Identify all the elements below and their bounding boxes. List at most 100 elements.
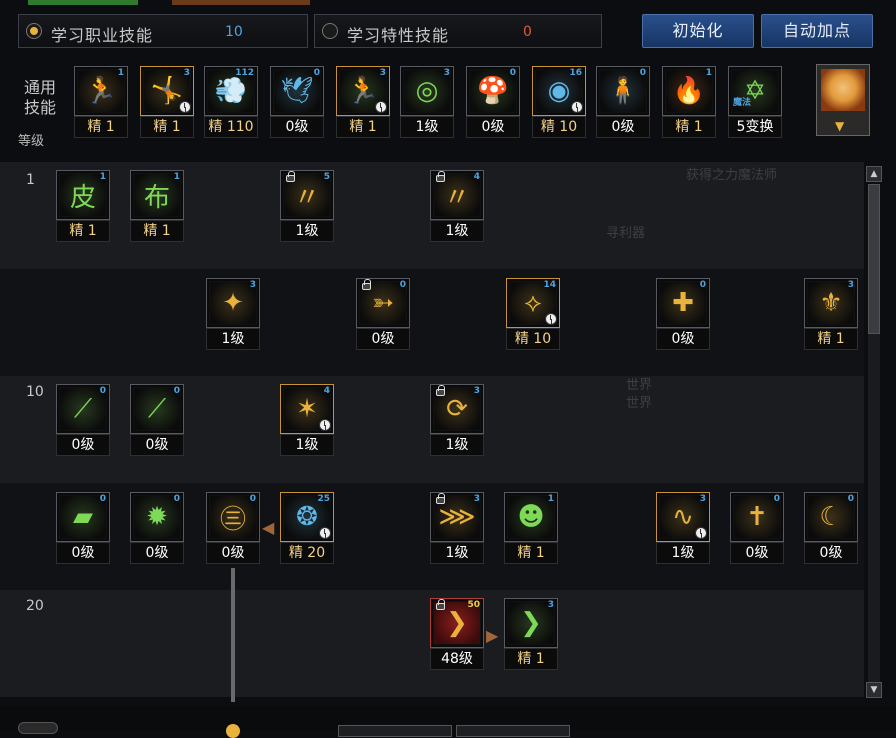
skill-slot[interactable]: 🏃 3 精 1 xyxy=(336,66,390,142)
skill-slot[interactable]: 🤸 3 精 1 xyxy=(140,66,194,142)
skill-slot[interactable]: 🍄 0 0级 xyxy=(466,66,520,142)
skill-slot[interactable]: ❯ 50 48级 xyxy=(430,598,484,674)
prerequisite-arrow-icon: ◀ xyxy=(262,518,275,537)
clock-icon xyxy=(571,101,583,113)
skill-slot[interactable]: ☻ 1 精 1 xyxy=(504,492,558,568)
skill-icon[interactable]: ☻ 1 xyxy=(504,492,558,542)
skill-slot[interactable]: ⟋ 0 0级 xyxy=(130,384,184,460)
skill-slot[interactable]: ➳ 0 0级 xyxy=(356,278,410,354)
skill-icon[interactable]: ☾ 0 xyxy=(804,492,858,542)
skill-slot[interactable]: ✡ 魔法 5变换 xyxy=(728,66,782,142)
skill-icon[interactable]: ⚜ 3 xyxy=(804,278,858,328)
skill-tree-scrollbar[interactable]: ▲ ▼ xyxy=(866,164,882,704)
skill-icon[interactable]: 💨 112 xyxy=(204,66,258,116)
skill-sp-cost: 0 xyxy=(173,494,180,504)
skill-slot[interactable]: 🧍 0 0级 xyxy=(596,66,650,142)
skill-slot[interactable]: 🏃 1 精 1 xyxy=(74,66,128,142)
common-skills-row: 通用技能 等级 🏃 1 精 1 🤸 3 精 1 💨 112 精 110 🕊 0 0级 🏃 3 精 1 ◎ 3 1级… xyxy=(0,58,896,150)
scrollbar-thumb[interactable] xyxy=(868,184,880,334)
skill-slot[interactable]: 〃 5 1级 xyxy=(280,170,334,246)
tab-class-skills[interactable]: 学习职业技能 10 xyxy=(18,14,308,48)
skill-icon[interactable]: ⋙ 3 xyxy=(430,492,484,542)
skill-slot[interactable]: ◉ 16 精 10 xyxy=(532,66,586,142)
skill-icon[interactable]: ⟋ 0 xyxy=(56,384,110,434)
skill-icon[interactable]: 🕊 0 xyxy=(270,66,324,116)
skill-icon[interactable]: 布1 xyxy=(130,170,184,220)
clock-icon xyxy=(375,101,387,113)
skill-icon[interactable]: 🏃 3 xyxy=(336,66,390,116)
skill-slot[interactable]: ⟳ 3 1级 xyxy=(430,384,484,460)
skill-level: 精 1 xyxy=(140,116,194,138)
skill-icon[interactable]: ◎ 3 xyxy=(400,66,454,116)
skill-slot[interactable]: ∿ 3 1级 xyxy=(656,492,710,568)
skill-icon[interactable]: ⟡ 14 xyxy=(506,278,560,328)
skill-sp-cost: 1 xyxy=(99,172,106,182)
skill-icon[interactable]: ✝ 0 xyxy=(730,492,784,542)
skill-slot[interactable]: ✝ 0 0级 xyxy=(730,492,784,568)
skill-sp-cost: 0 xyxy=(639,68,646,78)
scroll-up-icon[interactable]: ▲ xyxy=(866,166,882,182)
common-skills-label: 通用技能 xyxy=(24,78,57,117)
skill-slot[interactable]: ◎ 3 1级 xyxy=(400,66,454,142)
skill-icon[interactable]: ✹ 0 xyxy=(130,492,184,542)
skill-level: 0级 xyxy=(596,116,650,138)
skill-icon[interactable]: ▰ 0 xyxy=(56,492,110,542)
skill-slot[interactable]: ☾ 0 0级 xyxy=(804,492,858,568)
skill-slot[interactable]: 皮1精 1 xyxy=(56,170,110,246)
skill-icon[interactable]: 🔥 1 xyxy=(662,66,716,116)
skill-sp-cost: 0 xyxy=(773,494,780,504)
skill-slot[interactable]: 布1精 1 xyxy=(130,170,184,246)
skill-icon[interactable]: 〃 5 xyxy=(280,170,334,220)
skill-icon[interactable]: ✡ 魔法 xyxy=(728,66,782,116)
skill-slot[interactable]: ⟋ 0 0级 xyxy=(56,384,110,460)
skill-icon[interactable]: ✚ 0 xyxy=(656,278,710,328)
skill-icon[interactable]: 🤸 3 xyxy=(140,66,194,116)
skill-icon[interactable]: ⟋ 0 xyxy=(130,384,184,434)
skill-level: 0级 xyxy=(730,542,784,564)
skill-slot[interactable]: 〃 4 1级 xyxy=(430,170,484,246)
skill-slot[interactable]: ⟡ 14 精 10 xyxy=(506,278,560,354)
skill-level: 0级 xyxy=(270,116,324,138)
skill-sp-cost: 1 xyxy=(547,494,554,504)
skill-icon[interactable]: ❂ 25 xyxy=(280,492,334,542)
skill-slot[interactable]: 🔥 1 精 1 xyxy=(662,66,716,142)
skill-icon[interactable]: ◉ 16 xyxy=(532,66,586,116)
skill-icon[interactable]: ✶ 4 xyxy=(280,384,334,434)
inactive-window-tab-strip xyxy=(172,0,310,5)
skill-slot[interactable]: ❂ 25 精 20 xyxy=(280,492,334,568)
skill-sp-cost: 0 xyxy=(249,494,256,504)
tab-trait-skills[interactable]: 学习特性技能 0 xyxy=(314,14,602,48)
background-text: 获得之力魔法师 xyxy=(686,168,778,183)
skill-slot[interactable]: 🕊 0 0级 xyxy=(270,66,324,142)
skill-icon[interactable]: ㊂0 xyxy=(206,492,260,542)
skill-slot[interactable]: ㊂ 0 0级 xyxy=(206,492,260,568)
skill-slot[interactable]: ✦ 3 1级 xyxy=(206,278,260,354)
bottom-toggle[interactable] xyxy=(18,722,58,734)
skill-slot[interactable]: ▰ 0 0级 xyxy=(56,492,110,568)
skill-slot[interactable]: ✹ 0 0级 xyxy=(130,492,184,568)
skill-icon[interactable]: 皮1 xyxy=(56,170,110,220)
skill-icon[interactable]: ✦ 3 xyxy=(206,278,260,328)
bottom-field xyxy=(338,725,452,737)
reset-button[interactable]: 初始化 xyxy=(642,14,754,48)
skill-level: 0级 xyxy=(466,116,520,138)
skill-slot[interactable]: ⚜ 3 精 1 xyxy=(804,278,858,354)
skill-slot[interactable]: ✶ 4 1级 xyxy=(280,384,334,460)
character-portrait-button[interactable]: ▼ xyxy=(816,64,870,136)
skill-icon[interactable]: ∿ 3 xyxy=(656,492,710,542)
skill-icon[interactable]: ❯ 3 xyxy=(504,598,558,648)
scroll-down-icon[interactable]: ▼ xyxy=(866,682,882,698)
skill-icon[interactable]: ⟳ 3 xyxy=(430,384,484,434)
skill-slot[interactable]: ⋙ 3 1级 xyxy=(430,492,484,568)
skill-icon[interactable]: 🍄 0 xyxy=(466,66,520,116)
auto-add-button[interactable]: 自动加点 xyxy=(761,14,873,48)
skill-sp-cost: 112 xyxy=(235,68,254,78)
skill-slot[interactable]: ✚ 0 0级 xyxy=(656,278,710,354)
skill-icon[interactable]: 🧍 0 xyxy=(596,66,650,116)
skill-icon[interactable]: 🏃 1 xyxy=(74,66,128,116)
skill-slot[interactable]: ❯ 3 精 1 xyxy=(504,598,558,674)
skill-icon[interactable]: ➳ 0 xyxy=(356,278,410,328)
skill-icon[interactable]: ❯ 50 xyxy=(430,598,484,648)
skill-icon[interactable]: 〃 4 xyxy=(430,170,484,220)
skill-slot[interactable]: 💨 112 精 110 xyxy=(204,66,258,142)
